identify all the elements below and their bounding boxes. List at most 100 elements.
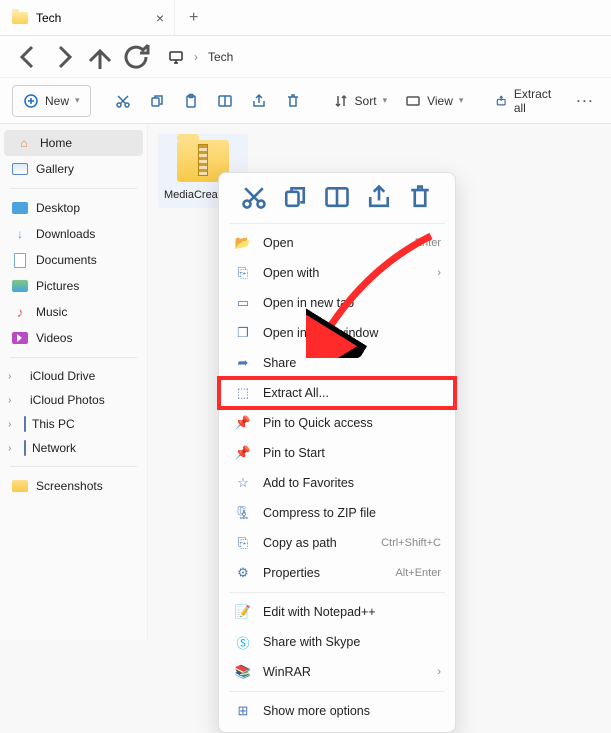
share-button[interactable] xyxy=(243,85,275,117)
ctx-open-window[interactable]: ❐ Open in new window xyxy=(219,318,455,348)
ctx-properties[interactable]: ⚙PropertiesAlt+Enter xyxy=(219,558,455,588)
ctx-copy-path[interactable]: ⎘Copy as pathCtrl+Shift+C xyxy=(219,528,455,558)
ctx-share[interactable]: ➦Share xyxy=(219,348,455,378)
sidebar-item-music[interactable]: ♪Music xyxy=(0,299,147,325)
tab-icon: ▭ xyxy=(235,295,251,311)
ctx-skype[interactable]: ⓈShare with Skype xyxy=(219,627,455,657)
sidebar-label: This PC xyxy=(32,417,75,431)
breadcrumb[interactable]: › Tech xyxy=(168,49,233,65)
ctx-notepadpp[interactable]: 📝Edit with Notepad++ xyxy=(219,597,455,627)
ctx-label: Properties xyxy=(263,566,320,580)
scissors-icon xyxy=(115,93,131,109)
extract-all-button[interactable]: Extract all xyxy=(487,85,562,117)
gallery-icon xyxy=(12,161,28,177)
folder-icon xyxy=(12,12,28,24)
share-icon: ➦ xyxy=(235,355,251,371)
ctx-open[interactable]: 📂OpenEnter xyxy=(219,228,455,258)
sidebar-label: Downloads xyxy=(36,227,95,241)
sidebar-label: Desktop xyxy=(36,201,80,215)
sidebar-item-desktop[interactable]: Desktop xyxy=(0,195,147,221)
home-icon: ⌂ xyxy=(16,135,32,151)
ctx-hint: Alt+Enter xyxy=(395,567,441,579)
arrow-left-icon xyxy=(12,41,44,73)
chevron-down-icon: ▾ xyxy=(459,95,464,106)
share-icon xyxy=(251,93,267,109)
sidebar-item-this-pc[interactable]: ›This PC xyxy=(0,412,147,436)
paste-button[interactable] xyxy=(175,85,207,117)
sidebar-item-icloud-drive[interactable]: ›iCloud Drive xyxy=(0,364,147,388)
cut-button[interactable] xyxy=(107,85,139,117)
arrow-right-icon xyxy=(48,41,80,73)
view-label: View xyxy=(427,94,453,108)
refresh-button[interactable] xyxy=(120,41,152,73)
sidebar-item-network[interactable]: ›Network xyxy=(0,436,147,460)
refresh-icon xyxy=(120,41,152,73)
chevron-down-icon: ▾ xyxy=(383,95,388,106)
ctx-extract-all[interactable]: ⬚Extract All... xyxy=(219,378,455,408)
more-button[interactable]: ··· xyxy=(569,85,603,117)
sidebar-item-gallery[interactable]: Gallery xyxy=(0,156,147,182)
delete-button[interactable] xyxy=(277,85,309,117)
sort-button[interactable]: Sort ▾ xyxy=(325,85,396,117)
desktop-icon xyxy=(12,200,28,216)
ctx-pin-quick[interactable]: 📌Pin to Quick access xyxy=(219,408,455,438)
ctx-add-favorites[interactable]: ☆Add to Favorites xyxy=(219,468,455,498)
ctx-label: Extract All... xyxy=(263,386,329,400)
notepadpp-icon: 📝 xyxy=(235,604,251,620)
view-button[interactable]: View ▾ xyxy=(397,85,471,117)
back-button[interactable] xyxy=(12,41,44,73)
zip-icon: 🗜 xyxy=(235,505,251,521)
music-icon: ♪ xyxy=(12,304,28,320)
extract-label: Extract all xyxy=(514,87,555,115)
forward-button[interactable] xyxy=(48,41,80,73)
ctx-delete-button[interactable] xyxy=(406,183,434,211)
sidebar-item-icloud-photos[interactable]: ›iCloud Photos xyxy=(0,388,147,412)
copy-path-icon: ⎘ xyxy=(235,535,251,551)
ctx-pin-start[interactable]: 📌Pin to Start xyxy=(219,438,455,468)
sidebar-item-home[interactable]: ⌂Home xyxy=(4,130,143,156)
share-icon xyxy=(365,183,393,211)
sidebar: ⌂Home Gallery Desktop ↓ Downloads Documen… xyxy=(0,124,148,640)
up-button[interactable] xyxy=(84,41,116,73)
ctx-open-with[interactable]: ⎘Open with› xyxy=(219,258,455,288)
rename-button[interactable] xyxy=(209,85,241,117)
copy-button[interactable] xyxy=(141,85,173,117)
sidebar-label: iCloud Drive xyxy=(30,369,95,383)
ctx-compress[interactable]: 🗜Compress to ZIP file xyxy=(219,498,455,528)
ctx-label: WinRAR xyxy=(263,665,311,679)
ctx-copy-button[interactable] xyxy=(281,183,309,211)
ctx-open-tab[interactable]: ▭Open in new tab xyxy=(219,288,455,318)
close-icon[interactable]: × xyxy=(156,10,164,26)
sidebar-item-downloads[interactable]: ↓ Downloads xyxy=(0,221,147,247)
winrar-icon: 📚 xyxy=(235,664,251,680)
sort-icon xyxy=(333,93,349,109)
ctx-share-button[interactable] xyxy=(365,183,393,211)
sidebar-item-videos[interactable]: Videos xyxy=(0,325,147,351)
ctx-winrar[interactable]: 📚WinRAR› xyxy=(219,657,455,687)
ctx-label: Pin to Quick access xyxy=(263,416,373,430)
ctx-show-more[interactable]: ⊞Show more options xyxy=(219,696,455,726)
ctx-label: Open in new window xyxy=(263,326,378,340)
clipboard-icon xyxy=(183,93,199,109)
new-tab-button[interactable]: + xyxy=(175,9,212,27)
window-icon: ❐ xyxy=(235,325,251,341)
sidebar-item-pictures[interactable]: Pictures xyxy=(0,273,147,299)
network-icon xyxy=(24,441,26,455)
sidebar-label: Gallery xyxy=(36,162,74,176)
new-button[interactable]: New ▾ xyxy=(12,85,91,117)
sort-label: Sort xyxy=(355,94,377,108)
browser-tab[interactable]: Tech × xyxy=(0,0,175,35)
context-menu: 📂OpenEnter ⎘Open with› ▭Open in new tab … xyxy=(218,172,456,733)
folder-open-icon: 📂 xyxy=(235,235,251,251)
downloads-icon: ↓ xyxy=(12,226,28,242)
titlebar: Tech × + xyxy=(0,0,611,36)
arrow-up-icon xyxy=(84,41,116,73)
chevron-right-icon: › xyxy=(8,395,18,406)
ctx-label: Copy as path xyxy=(263,536,337,550)
sidebar-label: Videos xyxy=(36,331,72,345)
sidebar-item-documents[interactable]: Documents xyxy=(0,247,147,273)
sidebar-label: Documents xyxy=(36,253,97,267)
sidebar-item-screenshots[interactable]: Screenshots xyxy=(0,473,147,499)
ctx-rename-button[interactable] xyxy=(323,183,351,211)
ctx-cut-button[interactable] xyxy=(240,183,268,211)
